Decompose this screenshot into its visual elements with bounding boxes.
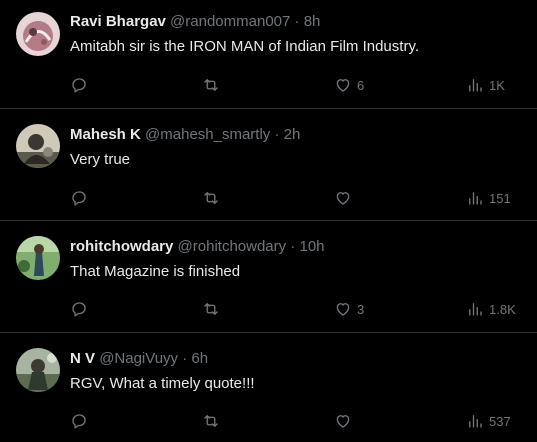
- retweet-icon: [204, 79, 218, 91]
- reply-tweet[interactable]: Mahesh K @mahesh_smartly · 2h Very true …: [0, 109, 537, 221]
- avatar-image: [16, 348, 60, 392]
- separator-dot: ·: [182, 350, 188, 367]
- like-count: 3: [357, 301, 365, 317]
- tweet-header: Ravi Bhargav @randomman007 · 8h: [70, 12, 320, 32]
- avatar[interactable]: [16, 348, 60, 392]
- user-handle[interactable]: @NagiVuyy: [99, 350, 178, 367]
- like-button[interactable]: [334, 409, 357, 433]
- like-count: 6: [357, 77, 365, 93]
- retweet-button[interactable]: [202, 186, 220, 210]
- timestamp[interactable]: 6h: [191, 350, 208, 367]
- action-bar: 6 1K: [0, 73, 537, 97]
- views-button[interactable]: 151: [466, 186, 511, 210]
- tweet-text: Very true: [70, 151, 131, 168]
- retweet-button[interactable]: [202, 409, 220, 433]
- views-count: 1K: [489, 77, 505, 93]
- heart-icon: [336, 79, 350, 92]
- avatar[interactable]: [16, 124, 60, 168]
- views-button[interactable]: 1.8K: [466, 297, 516, 321]
- separator-dot: ·: [294, 13, 300, 30]
- avatar[interactable]: [16, 236, 60, 280]
- action-bar: 151: [0, 186, 537, 210]
- reply-thread: Ravi Bhargav @randomman007 · 8h Amitabh …: [0, 0, 537, 442]
- avatar-image: [16, 236, 60, 280]
- display-name[interactable]: N V: [70, 350, 95, 367]
- tweet-header: N V @NagiVuyy · 6h: [70, 349, 208, 369]
- retweet-button[interactable]: [202, 297, 220, 321]
- reply-icon: [72, 414, 86, 429]
- views-button[interactable]: 1K: [466, 73, 505, 97]
- user-handle[interactable]: @mahesh_smartly: [145, 126, 270, 143]
- reply-button[interactable]: [70, 186, 88, 210]
- tweet-header: rohitchowdary @rohitchowdary · 10h: [70, 237, 325, 257]
- heart-icon: [336, 415, 350, 428]
- retweet-button[interactable]: [202, 73, 220, 97]
- retweet-icon: [204, 192, 218, 204]
- reply-button[interactable]: [70, 73, 88, 97]
- timestamp[interactable]: 10h: [299, 238, 324, 255]
- display-name[interactable]: Ravi Bhargav: [70, 13, 166, 30]
- action-bar: 3 1.8K: [0, 297, 537, 321]
- tweet-header: Mahesh K @mahesh_smartly · 2h: [70, 125, 300, 145]
- reply-tweet[interactable]: Ravi Bhargav @randomman007 · 8h Amitabh …: [0, 0, 537, 109]
- heart-icon: [336, 303, 350, 316]
- like-button[interactable]: 3: [334, 297, 364, 321]
- views-icon: [469, 415, 482, 428]
- avatar-image: [16, 12, 60, 56]
- retweet-icon: [204, 303, 218, 315]
- tweet-text: Amitabh sir is the IRON MAN of Indian Fi…: [70, 38, 419, 55]
- views-count: 151: [489, 190, 511, 206]
- views-icon: [469, 303, 482, 316]
- timestamp[interactable]: 8h: [304, 13, 321, 30]
- reply-button[interactable]: [70, 409, 88, 433]
- display-name[interactable]: rohitchowdary: [70, 238, 173, 255]
- views-count: 537: [489, 413, 511, 429]
- avatar-image: [16, 124, 60, 168]
- reply-icon: [72, 191, 86, 206]
- tweet-text: RGV, What a timely quote!!!: [70, 375, 255, 392]
- like-button[interactable]: [334, 186, 357, 210]
- reply-tweet[interactable]: rohitchowdary @rohitchowdary · 10h That …: [0, 221, 537, 333]
- user-handle[interactable]: @rohitchowdary: [178, 238, 287, 255]
- views-count: 1.8K: [489, 301, 516, 317]
- reply-button[interactable]: [70, 297, 88, 321]
- separator-dot: ·: [290, 238, 296, 255]
- reply-tweet[interactable]: N V @NagiVuyy · 6h RGV, What a timely qu…: [0, 333, 537, 442]
- reply-icon: [72, 302, 86, 317]
- views-button[interactable]: 537: [466, 409, 511, 433]
- reply-icon: [72, 78, 86, 93]
- user-handle[interactable]: @randomman007: [170, 13, 290, 30]
- retweet-icon: [204, 415, 218, 427]
- heart-icon: [336, 192, 350, 205]
- views-icon: [469, 192, 482, 205]
- timestamp[interactable]: 2h: [284, 126, 301, 143]
- like-button[interactable]: 6: [334, 73, 364, 97]
- avatar[interactable]: [16, 12, 60, 56]
- action-bar: 537: [0, 409, 537, 433]
- display-name[interactable]: Mahesh K: [70, 126, 141, 143]
- tweet-text: That Magazine is finished: [70, 263, 241, 280]
- separator-dot: ·: [274, 126, 280, 143]
- views-icon: [469, 79, 482, 92]
